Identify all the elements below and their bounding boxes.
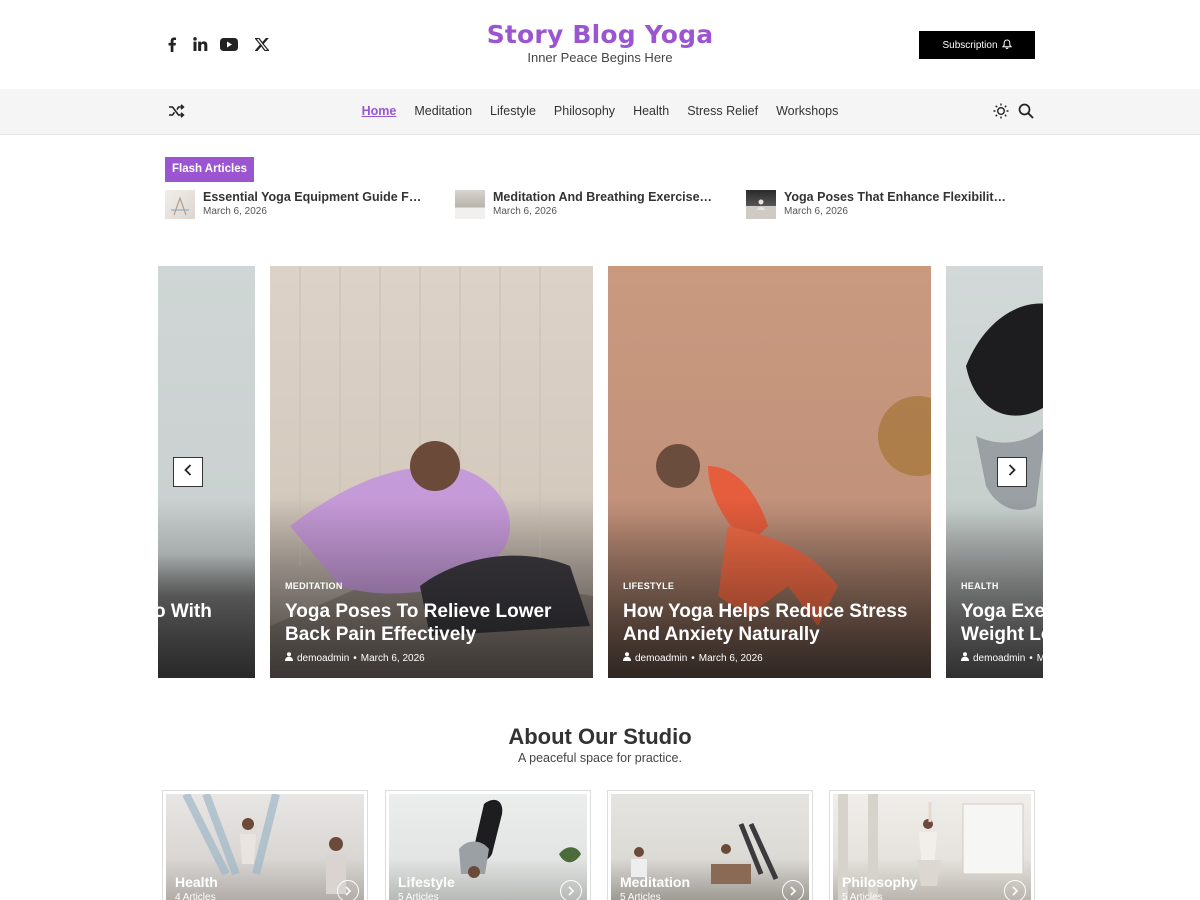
- category-name: Meditation: [620, 874, 690, 890]
- slide-title-line: Weight Lo: [961, 624, 1043, 645]
- about-title: About Our Studio: [508, 724, 692, 749]
- flash-item[interactable]: Meditation And Breathing Exercises For..…: [455, 190, 735, 219]
- nav-item-home[interactable]: Home: [362, 104, 397, 118]
- category-arrow-icon[interactable]: [782, 880, 804, 900]
- category-name: Health: [175, 874, 218, 890]
- flash-date: March 6, 2026: [203, 206, 267, 217]
- nav-item-health[interactable]: Health: [633, 104, 669, 118]
- flash-thumbnail[interactable]: [165, 190, 195, 219]
- slide-title[interactable]: Yoga Exer Weight Lo: [961, 600, 1043, 646]
- category-name: Philosophy: [842, 874, 918, 890]
- slide-category[interactable]: HEALTH: [961, 581, 999, 591]
- slide-category[interactable]: MEDITATION: [285, 581, 343, 591]
- user-icon: [285, 652, 293, 664]
- category-arrow-icon[interactable]: [1004, 880, 1026, 900]
- slide-title-line: Yoga Exer: [961, 601, 1043, 622]
- site-header: Story Blog Yoga Inner Peace Begins Here …: [0, 0, 1200, 89]
- slide-author[interactable]: demoadmin: [297, 653, 349, 664]
- slide-meta: demoadmin • March 6, 2026: [623, 652, 763, 664]
- slide-category[interactable]: LIFESTYLE: [623, 581, 674, 591]
- category-count: 5 Articles: [398, 892, 439, 900]
- slide-title-line: Back Pain Effectively: [285, 624, 477, 645]
- slider-prev-button[interactable]: [173, 457, 203, 487]
- category-name: Lifestyle: [398, 874, 455, 890]
- nav-tools: [993, 103, 1034, 124]
- flash-item[interactable]: Yoga Poses That Enhance Flexibility And.…: [746, 190, 1026, 219]
- flash-date: March 6, 2026: [493, 206, 557, 217]
- nav-item-workshops[interactable]: Workshops: [776, 104, 838, 118]
- slide-card[interactable]: MEDITATION Yoga Poses To Relieve Lower B…: [270, 266, 593, 678]
- category-card-lifestyle[interactable]: Lifestyle 5 Articles: [385, 790, 591, 900]
- slide-date: March 6, 2026: [698, 652, 763, 664]
- flash-title[interactable]: Yoga Poses That Enhance Flexibility And.…: [784, 190, 1009, 204]
- slider-next-button[interactable]: [997, 457, 1027, 487]
- category-arrow-icon[interactable]: [560, 880, 582, 900]
- slide-title-line: And Anxiety Naturally: [623, 624, 820, 645]
- slide-date: March 6, 2026: [360, 652, 425, 664]
- slide-title[interactable]: o With: [158, 600, 255, 623]
- category-count: 5 Articles: [620, 892, 661, 900]
- category-arrow-icon[interactable]: [337, 880, 359, 900]
- category-count: 5 Articles: [842, 892, 883, 900]
- flash-date: March 6, 2026: [784, 206, 848, 217]
- bell-icon: [1001, 38, 1012, 52]
- slide-title[interactable]: How Yoga Helps Reduce Stress And Anxiety…: [623, 600, 913, 646]
- flash-item[interactable]: Essential Yoga Equipment Guide For... Ma…: [165, 190, 445, 219]
- meta-separator: •: [353, 652, 357, 664]
- chevron-right-icon: [1008, 463, 1016, 481]
- category-card-health[interactable]: Health 4 Articles: [162, 790, 368, 900]
- slide-card[interactable]: LIFESTYLE How Yoga Helps Reduce Stress A…: [608, 266, 931, 678]
- chevron-left-icon: [184, 463, 192, 481]
- slide-meta: demoadmin • March 6, 2026: [285, 652, 425, 664]
- search-icon[interactable]: [1018, 103, 1034, 124]
- slide-title[interactable]: Yoga Poses To Relieve Lower Back Pain Ef…: [285, 600, 575, 646]
- featured-slider: o With MEDITATION Yoga Poses To Relieve …: [158, 266, 1043, 678]
- flash-thumbnail[interactable]: [746, 190, 776, 219]
- slide-title-line: How Yoga Helps Reduce Stress: [623, 601, 908, 622]
- nav-item-meditation[interactable]: Meditation: [414, 104, 472, 118]
- nav-item-philosophy[interactable]: Philosophy: [554, 104, 615, 118]
- slide-date: M: [1036, 652, 1043, 664]
- flash-articles-label: Flash Articles: [165, 157, 254, 182]
- subscription-button[interactable]: Subscription: [919, 31, 1035, 59]
- slide-meta: demoadmin • M: [961, 652, 1043, 664]
- user-icon: [961, 652, 969, 664]
- nav-item-lifestyle[interactable]: Lifestyle: [490, 104, 536, 118]
- category-card-philosophy[interactable]: Philosophy 5 Articles: [829, 790, 1035, 900]
- about-subtitle: A peaceful space for practice.: [518, 751, 682, 765]
- category-card-meditation[interactable]: Meditation 5 Articles: [607, 790, 813, 900]
- subscription-label: Subscription: [942, 39, 998, 51]
- user-icon: [623, 652, 631, 664]
- slide-card[interactable]: HEALTH Yoga Exer Weight Lo demoadmin • M: [946, 266, 1043, 678]
- slide-title-line: Yoga Poses To Relieve Lower: [285, 601, 552, 622]
- main-nav: Home Meditation Lifestyle Philosophy Hea…: [0, 89, 1200, 135]
- slide-author[interactable]: demoadmin: [635, 653, 687, 664]
- flash-title[interactable]: Meditation And Breathing Exercises For..…: [493, 190, 718, 204]
- meta-separator: •: [691, 652, 695, 664]
- category-cards: Health 4 Articles Lifestyle 5 Articles M…: [162, 790, 1042, 900]
- flash-thumbnail[interactable]: [455, 190, 485, 219]
- slide-author[interactable]: demoadmin: [973, 653, 1025, 664]
- nav-item-stress-relief[interactable]: Stress Relief: [687, 104, 758, 118]
- flash-title[interactable]: Essential Yoga Equipment Guide For...: [203, 190, 428, 204]
- flash-articles-list: Essential Yoga Equipment Guide For... Ma…: [165, 190, 1045, 220]
- category-count: 4 Articles: [175, 892, 216, 900]
- meta-separator: •: [1029, 652, 1033, 664]
- theme-toggle-sun-icon[interactable]: [993, 103, 1009, 124]
